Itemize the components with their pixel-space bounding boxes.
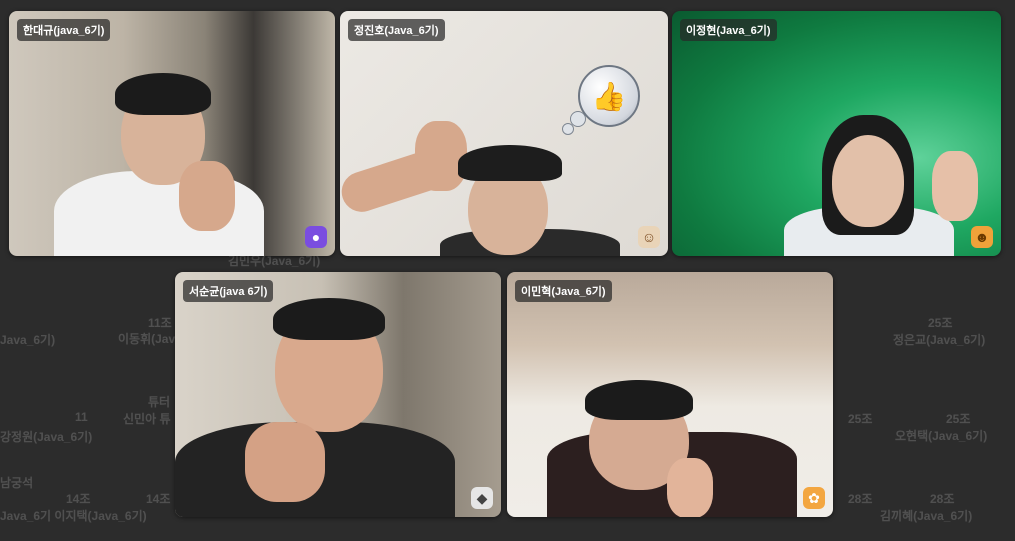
video-tile[interactable]: 👍 정진호(Java_6기) ☺ <box>340 11 668 256</box>
participant-name-label: 정진호(Java_6기) <box>348 19 445 41</box>
video-tile[interactable]: 한대규(java_6기) ● <box>9 11 335 256</box>
purple-robot-icon: ● <box>305 226 327 248</box>
hat-character-icon: ☻ <box>971 226 993 248</box>
video-tile[interactable]: 이민혁(Java_6기) ✿ <box>507 272 833 517</box>
white-bunny-icon: ✿ <box>803 487 825 509</box>
participant-name-label: 한대규(java_6기) <box>17 19 111 41</box>
participant-name-label: 이정현(Java_6기) <box>680 19 777 41</box>
video-tile[interactable]: 이정현(Java_6기) ☻ <box>672 11 1001 256</box>
video-tile[interactable]: 서순균(java 6기) ◆ <box>175 272 501 517</box>
brown-hair-character-icon: ☺ <box>638 226 660 248</box>
participant-name-label: 이민혁(Java_6기) <box>515 280 612 302</box>
thumbs-up-icon: 👍 <box>578 65 640 127</box>
white-robot-icon: ◆ <box>471 487 493 509</box>
participant-name-label: 서순균(java 6기) <box>183 280 274 302</box>
